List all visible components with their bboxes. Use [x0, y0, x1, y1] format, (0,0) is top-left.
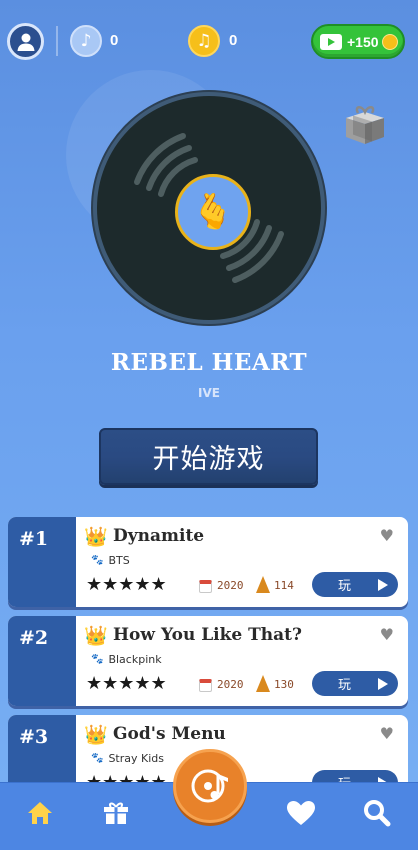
now-playing-artist: IVE — [198, 386, 220, 400]
song-title: God's Menu — [113, 724, 226, 744]
gold-note-coin-icon: ♫ — [188, 25, 220, 57]
song-row[interactable]: #2 👑 How You Like That? ♥ 🐾 Blackpink ★★… — [8, 616, 408, 706]
artist-row: 🐾 Blackpink — [91, 653, 162, 666]
reward-amount: +150 — [347, 33, 379, 50]
search-icon — [364, 800, 391, 827]
difficulty-stars: ★★★★★ — [86, 574, 167, 595]
metronome-icon — [256, 576, 270, 593]
favorite-heart-icon[interactable]: ♥ — [380, 625, 394, 644]
artist-row: 🐾 BTS — [91, 554, 130, 567]
song-year: 2020 — [217, 678, 244, 691]
nav-gifts[interactable] — [96, 793, 136, 833]
calendar-icon — [199, 679, 212, 692]
paw-icon: 🐾 — [91, 555, 104, 566]
play-icon — [378, 579, 388, 591]
artist-row: 🐾 Stray Kids — [91, 752, 164, 765]
song-artist: BTS — [108, 554, 130, 567]
song-year: 2020 — [217, 579, 244, 592]
heart-icon — [287, 801, 315, 825]
notes-count: 0 — [110, 32, 119, 49]
rank-badge: #2 — [8, 616, 76, 706]
nav-music-library[interactable] — [173, 749, 247, 823]
coin-icon — [381, 33, 398, 50]
video-icon — [320, 33, 342, 50]
paw-icon: 🐾 — [91, 654, 104, 665]
song-title: How You Like That? — [113, 625, 302, 645]
play-button[interactable]: 玩 — [312, 671, 398, 696]
favorite-heart-icon[interactable]: ♥ — [380, 724, 394, 743]
song-bpm: 130 — [274, 678, 294, 691]
now-playing-title: REBEL HEART — [110, 349, 308, 376]
coins-count: 0 — [229, 32, 238, 49]
vinyl-record[interactable]: 🫰 — [93, 92, 325, 324]
nav-home[interactable] — [20, 793, 60, 833]
play-icon — [378, 678, 388, 690]
song-row[interactable]: #1 👑 Dynamite ♥ 🐾 BTS ★★★★★ 2020 114 玩 — [8, 517, 408, 607]
crown-icon: 👑 — [84, 526, 108, 548]
favorite-heart-icon[interactable]: ♥ — [380, 526, 394, 545]
watch-video-reward-button[interactable]: +150 — [311, 24, 405, 59]
notes-currency-icon: ♪ — [70, 25, 102, 57]
start-game-button[interactable]: 开始游戏 — [99, 428, 318, 485]
top-bar: ♪ 0 ♫ 0 +150 — [0, 0, 418, 72]
gift-icon — [104, 802, 128, 824]
song-artist: Stray Kids — [108, 752, 165, 765]
header-divider — [56, 26, 58, 56]
play-button-label: 玩 — [338, 678, 352, 693]
calendar-icon — [199, 580, 212, 593]
crown-icon: 👑 — [84, 625, 108, 647]
home-icon — [28, 802, 52, 824]
metronome-icon — [256, 675, 270, 692]
music-disc-icon — [191, 769, 228, 803]
song-artist: Blackpink — [108, 653, 162, 666]
user-icon — [17, 33, 34, 51]
nav-search[interactable] — [357, 793, 397, 833]
profile-avatar-button[interactable] — [7, 23, 44, 60]
paw-icon: 🐾 — [91, 753, 104, 764]
nav-favorites[interactable] — [281, 793, 321, 833]
album-cover-label: 🫰 — [175, 174, 251, 250]
song-bpm: 114 — [274, 579, 294, 592]
song-title: Dynamite — [113, 526, 205, 546]
crown-icon: 👑 — [84, 724, 108, 746]
gift-box-icon[interactable] — [342, 104, 388, 146]
play-button-label: 玩 — [338, 579, 352, 594]
difficulty-stars: ★★★★★ — [86, 673, 167, 694]
rank-badge: #1 — [8, 517, 76, 607]
play-button[interactable]: 玩 — [312, 572, 398, 597]
